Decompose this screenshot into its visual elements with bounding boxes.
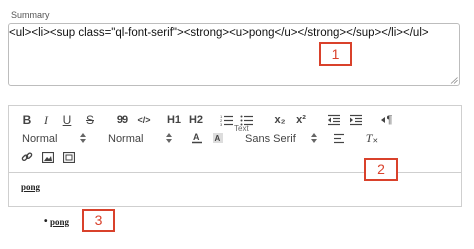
svg-text:3: 3: [220, 122, 223, 126]
code-button[interactable]: </>: [135, 113, 153, 127]
size-select[interactable]: Normal: [108, 133, 143, 145]
font-select[interactable]: Sans Serif: [245, 133, 296, 145]
rtl-direction-button[interactable]: ¶: [378, 113, 394, 127]
resize-handle-icon[interactable]: [450, 77, 458, 84]
clean-x-icon: ✕: [372, 137, 379, 145]
clean-format-button[interactable]: T ✕: [364, 130, 380, 146]
image-icon[interactable]: [41, 150, 55, 164]
font-select-arrow-icon[interactable]: [311, 133, 317, 144]
superscript-button[interactable]: x²: [293, 113, 309, 127]
header-1-button[interactable]: H1: [165, 113, 183, 127]
text-color-icon[interactable]: A: [190, 131, 204, 145]
strike-button[interactable]: S: [83, 113, 97, 127]
editor-content[interactable]: pong: [21, 182, 40, 192]
ordered-list-icon[interactable]: 1 2 3: [220, 113, 234, 127]
preview-content: pong: [50, 217, 70, 227]
size-select-arrow-icon[interactable]: [166, 133, 172, 144]
preview-bullet: •: [44, 216, 48, 227]
summary-label: Summary: [11, 10, 50, 20]
summary-value: <ul><li><sup class="ql-font-serif"><stro…: [9, 27, 429, 39]
outdent-icon[interactable]: [327, 113, 341, 127]
blockquote-button[interactable]: 99: [114, 113, 130, 127]
italic-button[interactable]: I: [39, 113, 53, 127]
annotation-marker-1: 1: [319, 42, 352, 66]
annotation-marker-2: 2: [364, 158, 398, 181]
link-icon[interactable]: [20, 150, 34, 164]
tooltip-text: Text: [234, 124, 249, 133]
rtl-label: ¶: [386, 114, 393, 126]
background-color-icon[interactable]: A: [211, 131, 225, 145]
header-select[interactable]: Normal: [22, 133, 57, 145]
underline-button[interactable]: U: [60, 113, 74, 127]
indent-icon[interactable]: [349, 113, 363, 127]
header-2-button[interactable]: H2: [187, 113, 205, 127]
align-icon[interactable]: [332, 131, 346, 145]
clean-format-label: T: [365, 130, 373, 145]
bold-button[interactable]: B: [20, 113, 34, 127]
svg-text:A: A: [193, 132, 200, 142]
annotation-marker-3: 3: [82, 209, 115, 232]
video-icon[interactable]: [62, 150, 76, 164]
subscript-button[interactable]: x₂: [272, 113, 288, 127]
svg-text:A: A: [215, 134, 221, 143]
header-select-arrow-icon[interactable]: [80, 133, 86, 144]
